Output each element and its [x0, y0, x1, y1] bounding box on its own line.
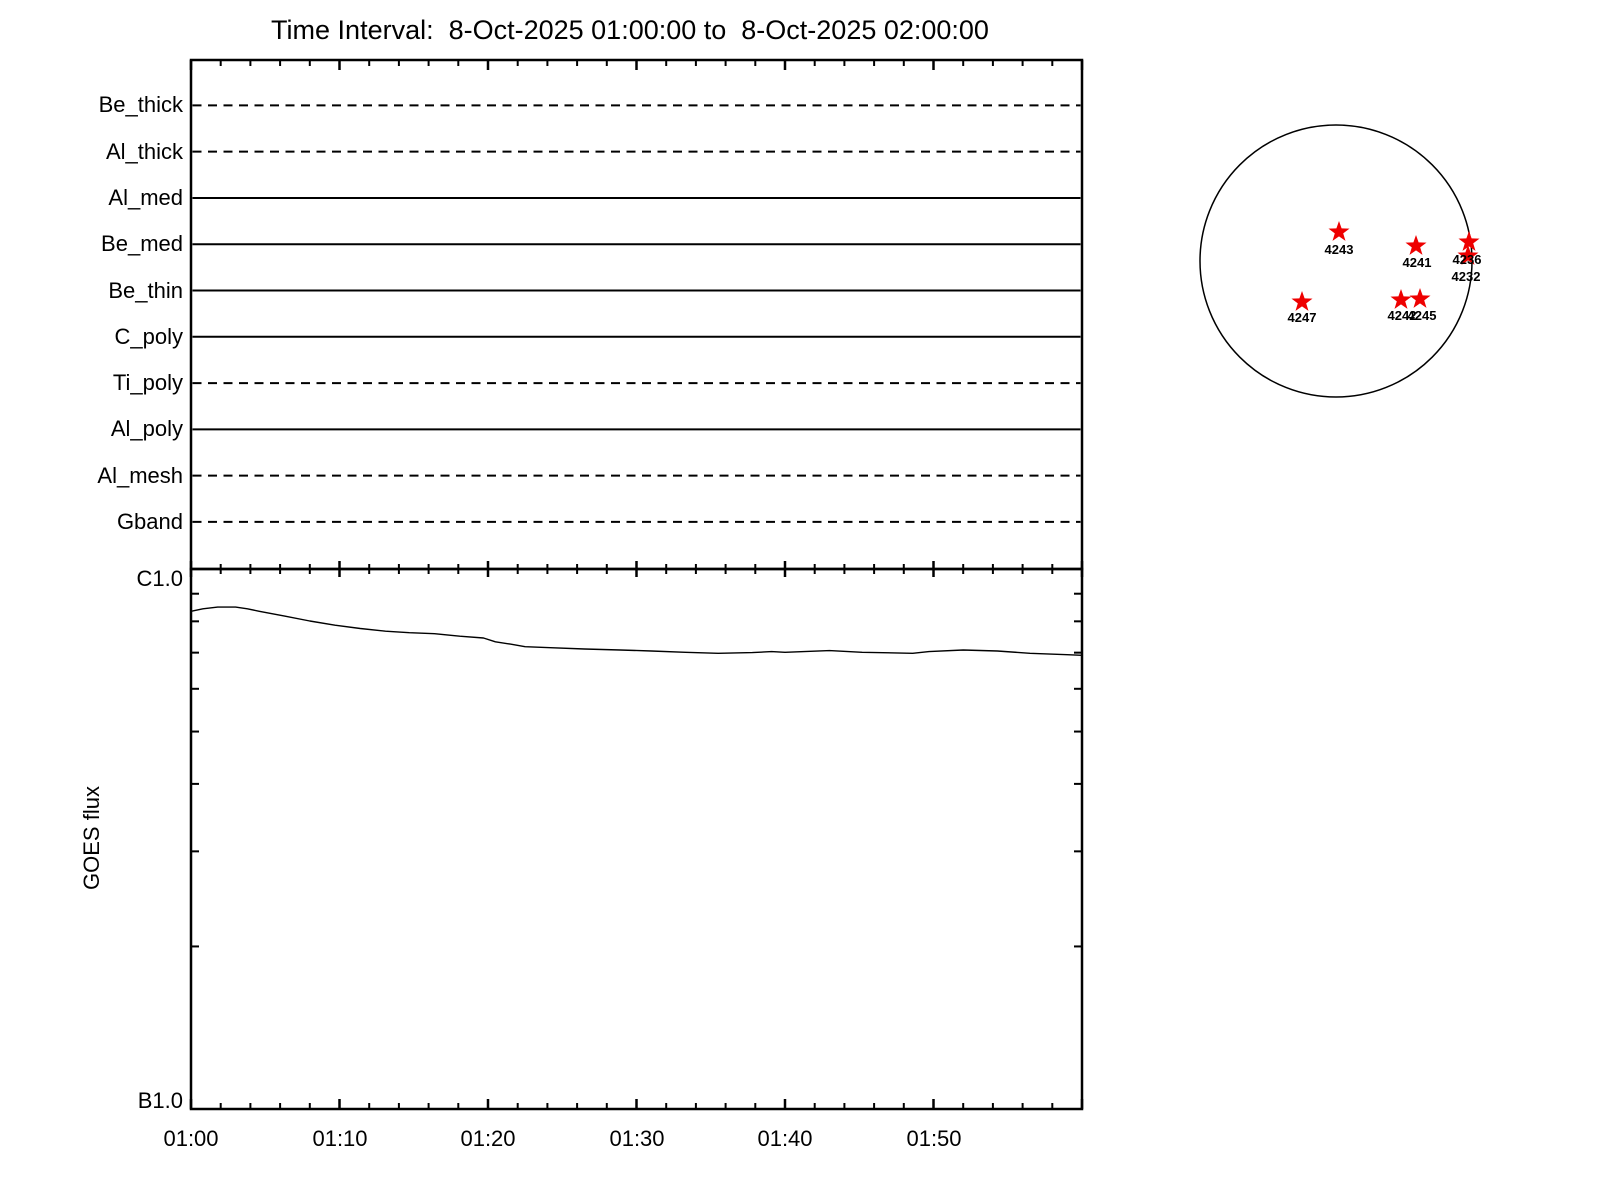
goes-ymax-label: C1.0 — [136, 566, 183, 591]
filter-label-al-poly: Al_poly — [110, 416, 183, 441]
xtick-0110: 01:10 — [312, 1126, 368, 1151]
plot-title: Time Interval: 8-Oct-2025 01:00:00 to 8-… — [271, 15, 989, 45]
filter-label-al-thick: Al_thick — [105, 139, 183, 164]
active-region-star-4247 — [1291, 291, 1313, 311]
active-region-label-4247: 4247 — [1288, 310, 1317, 325]
active-region-star-4241 — [1405, 235, 1427, 255]
active-region-label-4241: 4241 — [1403, 255, 1432, 270]
filter-label-al-mesh: Al_mesh — [97, 463, 183, 488]
filter-label-gband: Gband — [116, 509, 183, 534]
active-region-label-4236: 4236 — [1453, 252, 1482, 267]
filter-timeline-panel-box — [189, 58, 1084, 571]
filter-label-c-poly: C_poly — [114, 324, 183, 349]
goes-flux-curve — [190, 606, 1083, 656]
filter-label-be-med: Be_med — [101, 231, 183, 256]
plot-canvas: 42434241 423642324247 42424245 — [189, 58, 1482, 1111]
filter-label-al-med: Al_med — [108, 185, 183, 210]
xtick-0140: 01:40 — [757, 1126, 813, 1151]
xtick-0130: 01:30 — [609, 1126, 665, 1151]
goes-yaxis-title: GOES flux — [79, 786, 104, 890]
active-region-star-4245 — [1409, 288, 1431, 308]
active-region-label-4232: 4232 — [1452, 269, 1481, 284]
xtick-0120: 01:20 — [460, 1126, 516, 1151]
active-region-star-4242 — [1390, 289, 1412, 309]
xtick-0150: 01:50 — [906, 1126, 962, 1151]
active-region-label-4245: 4245 — [1408, 308, 1437, 323]
filter-label-be-thick: Be_thick — [98, 92, 183, 117]
xtick-0100: 01:00 — [163, 1126, 219, 1151]
filter-label-ti-poly: Ti_poly — [112, 370, 183, 395]
goes-ymin-label: B1.0 — [137, 1088, 183, 1113]
filter-label-be-thin: Be_thin — [108, 278, 183, 303]
active-region-label-4243: 4243 — [1325, 242, 1354, 257]
plot-page: 4243 4241 4236 4232 4247 4242 4245 Time Interv… — [0, 0, 1600, 1200]
active-region-star-4243 — [1328, 221, 1350, 241]
